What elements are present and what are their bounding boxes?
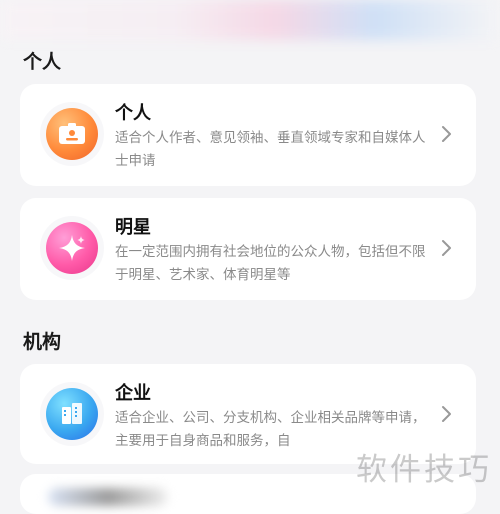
card-description: 适合个人作者、意见领袖、垂直领域专家和自媒体人士申请 (115, 130, 426, 169)
icon-ring (40, 382, 104, 446)
sparkle-star-icon (46, 222, 98, 274)
card-description: 在一定范围内拥有社会地位的公众人物，包括但不限于明星、艺术家、体育明星等 (115, 244, 426, 283)
section-title-organization: 机构 (23, 331, 62, 353)
building-icon (46, 388, 98, 440)
watermark-text: 软件技巧 (356, 452, 492, 488)
chevron-right-icon (434, 402, 458, 426)
chevron-right-icon (434, 122, 458, 146)
id-card-icon (46, 108, 98, 160)
top-gradient-banner (0, 0, 500, 40)
icon-ring (40, 102, 104, 166)
card-title: 企业 (115, 383, 151, 404)
section-title-personal: 个人 (23, 51, 62, 73)
card-title: 明星 (115, 217, 151, 238)
card-title: 个人 (115, 103, 151, 124)
category-card-celebrity[interactable]: 明星 在一定范围内拥有社会地位的公众人物，包括但不限于明星、艺术家、体育明星等 (20, 198, 476, 300)
chevron-right-icon (434, 236, 458, 260)
partial-card-content (48, 488, 168, 506)
icon-ring (40, 216, 104, 280)
category-card-personal[interactable]: 个人 适合个人作者、意见领袖、垂直领域专家和自媒体人士申请 (20, 84, 476, 186)
